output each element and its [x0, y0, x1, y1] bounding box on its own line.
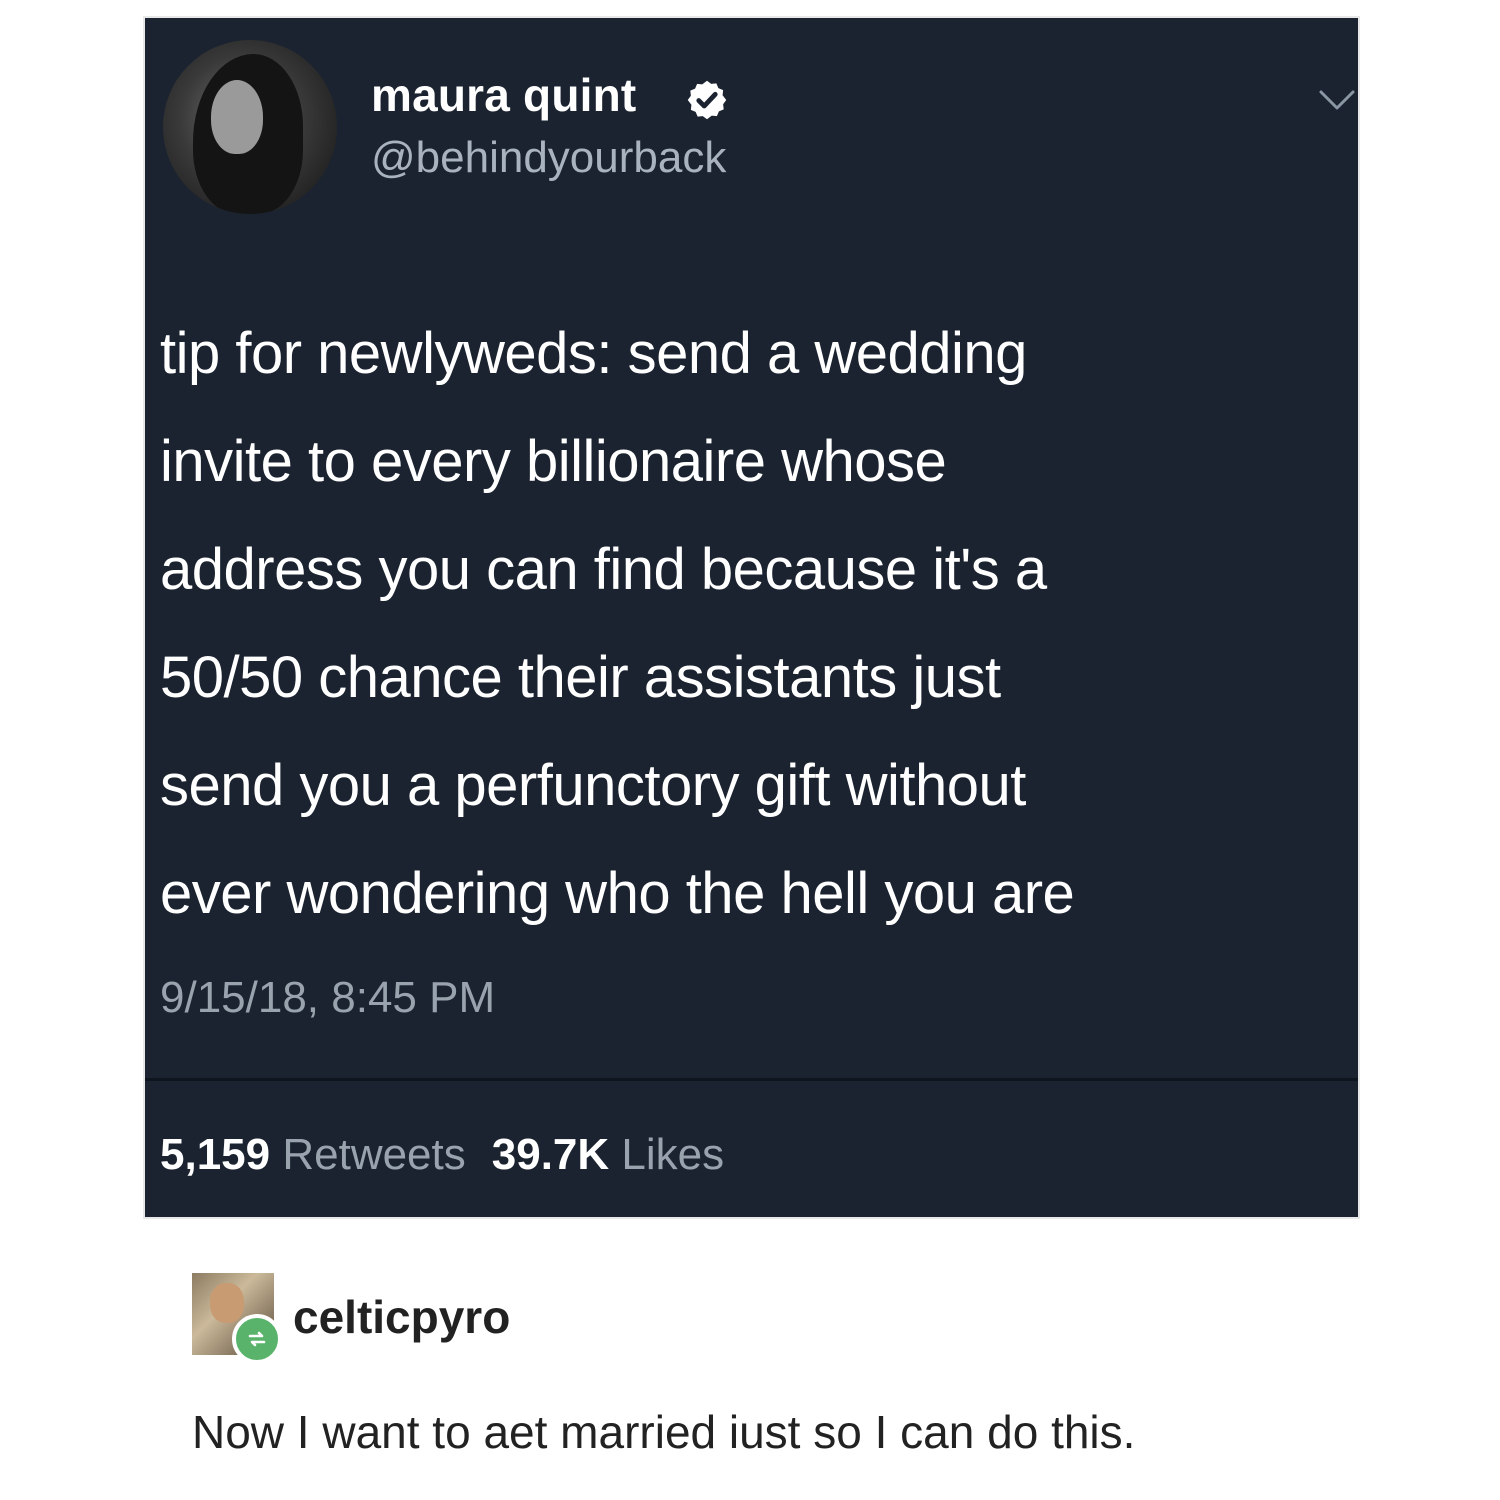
- tweet-text: tip for newlyweds: send a wedding invite…: [160, 300, 1340, 948]
- tweet-text-line: send you a perfunctory gift without: [160, 753, 1026, 818]
- tweet-text-line: ever wondering who the hell you are: [160, 861, 1075, 926]
- stats-divider: [145, 1078, 1358, 1081]
- avatar-face: [211, 80, 263, 154]
- reblogger-username[interactable]: celticpyro: [293, 1290, 510, 1344]
- tweet-text-line: 50/50 chance their assistants just: [160, 645, 1001, 710]
- tweet-stats: 5,159 Retweets 39.7K Likes: [160, 1130, 724, 1180]
- reblog-comment: Now I want to aet married iust so I can …: [192, 1406, 1136, 1458]
- author-display-name[interactable]: maura quint: [371, 68, 636, 122]
- tweet-text-line: tip for newlyweds: send a wedding: [160, 321, 1027, 386]
- likes-stat[interactable]: 39.7K Likes: [492, 1130, 724, 1179]
- reblog-icon: [232, 1314, 282, 1364]
- reblogger-avatar-face: [210, 1283, 244, 1323]
- verified-badge-icon: [687, 80, 727, 120]
- chevron-down-icon[interactable]: [1317, 80, 1357, 120]
- tweet-card: maura quint @behindyourback tip for newl…: [143, 16, 1360, 1219]
- tweet-text-line: invite to every billionaire whose: [160, 429, 947, 494]
- author-handle[interactable]: @behindyourback: [371, 133, 726, 183]
- retweets-stat[interactable]: 5,159 Retweets: [160, 1130, 466, 1179]
- likes-count: 39.7K: [491, 1130, 610, 1179]
- tweet-timestamp[interactable]: 9/15/18, 8:45 PM: [160, 973, 495, 1023]
- likes-label: Likes: [621, 1130, 725, 1179]
- author-avatar[interactable]: [163, 40, 337, 214]
- tweet-text-line: address you can find because it's a: [160, 537, 1047, 602]
- retweets-label: Retweets: [282, 1130, 466, 1179]
- retweets-count: 5,159: [160, 1130, 271, 1179]
